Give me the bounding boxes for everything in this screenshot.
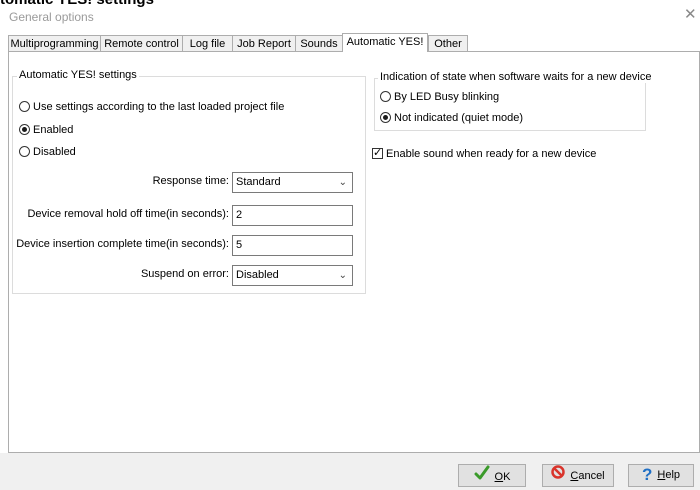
- background-window-title: tomatic YES! settings: [0, 0, 154, 8]
- radio-label: Disabled: [33, 146, 76, 158]
- suspend-on-error-select[interactable]: Disabled ⌄: [232, 265, 353, 286]
- tab-remote-control[interactable]: Remote control: [100, 35, 183, 51]
- tab-automatic-yes[interactable]: Automatic YES!: [342, 33, 428, 52]
- close-icon[interactable]: ✕: [684, 7, 697, 22]
- radio-unchecked-icon: [380, 91, 391, 102]
- removal-hold-off-input[interactable]: 2: [232, 205, 353, 226]
- help-button[interactable]: ? Help: [628, 464, 694, 487]
- tab-job-report[interactable]: Job Report: [232, 35, 296, 51]
- radio-unchecked-icon: [19, 101, 30, 112]
- question-icon: ?: [641, 465, 653, 485]
- tab-other[interactable]: Other: [428, 35, 468, 51]
- radio-checked-icon: [19, 124, 30, 135]
- automatic-yes-settings-legend: Automatic YES! settings: [17, 69, 139, 81]
- radio-checked-icon: [380, 112, 391, 123]
- radio-unchecked-icon: [19, 146, 30, 157]
- response-time-select[interactable]: Standard ⌄: [232, 172, 353, 193]
- radio-not-indicated[interactable]: Not indicated (quiet mode): [380, 111, 523, 125]
- radio-enabled[interactable]: Enabled: [19, 123, 73, 137]
- cancel-button[interactable]: Cancel: [542, 464, 614, 487]
- chevron-down-icon: ⌄: [338, 177, 347, 188]
- cancel-icon: [551, 465, 566, 487]
- radio-led-busy-blinking[interactable]: By LED Busy blinking: [380, 90, 499, 104]
- indication-legend: Indication of state when software waits …: [378, 71, 654, 83]
- removal-hold-off-label: Device removal hold off time(in seconds)…: [27, 208, 229, 220]
- checkbox-checked-icon: [372, 146, 383, 160]
- enable-sound-checkbox[interactable]: Enable sound when ready for a new device: [372, 146, 597, 161]
- radio-label: Not indicated (quiet mode): [394, 112, 524, 124]
- checkmark-icon: [474, 465, 490, 489]
- radio-label: Use settings according to the last loade…: [33, 101, 285, 113]
- suspend-on-error-label: Suspend on error:: [140, 268, 229, 280]
- radio-label: By LED Busy blinking: [394, 91, 500, 103]
- ok-button[interactable]: OK: [458, 464, 526, 487]
- response-time-label: Response time:: [152, 175, 229, 187]
- insertion-complete-label: Device insertion complete time(in second…: [16, 238, 229, 250]
- checkbox-label: Enable sound when ready for a new device: [386, 148, 597, 160]
- response-time-value: Standard: [236, 176, 281, 188]
- tab-sounds[interactable]: Sounds: [295, 35, 343, 51]
- radio-disabled[interactable]: Disabled: [19, 145, 76, 159]
- radio-label: Enabled: [33, 124, 74, 136]
- chevron-down-icon: ⌄: [338, 270, 347, 281]
- dialog-title: General options: [9, 10, 94, 24]
- tab-log-file[interactable]: Log file: [182, 35, 233, 51]
- suspend-on-error-value: Disabled: [236, 269, 279, 281]
- insertion-complete-input[interactable]: 5: [232, 235, 353, 256]
- tab-multiprogramming[interactable]: Multiprogramming: [8, 35, 101, 51]
- radio-use-project-settings[interactable]: Use settings according to the last loade…: [19, 100, 284, 114]
